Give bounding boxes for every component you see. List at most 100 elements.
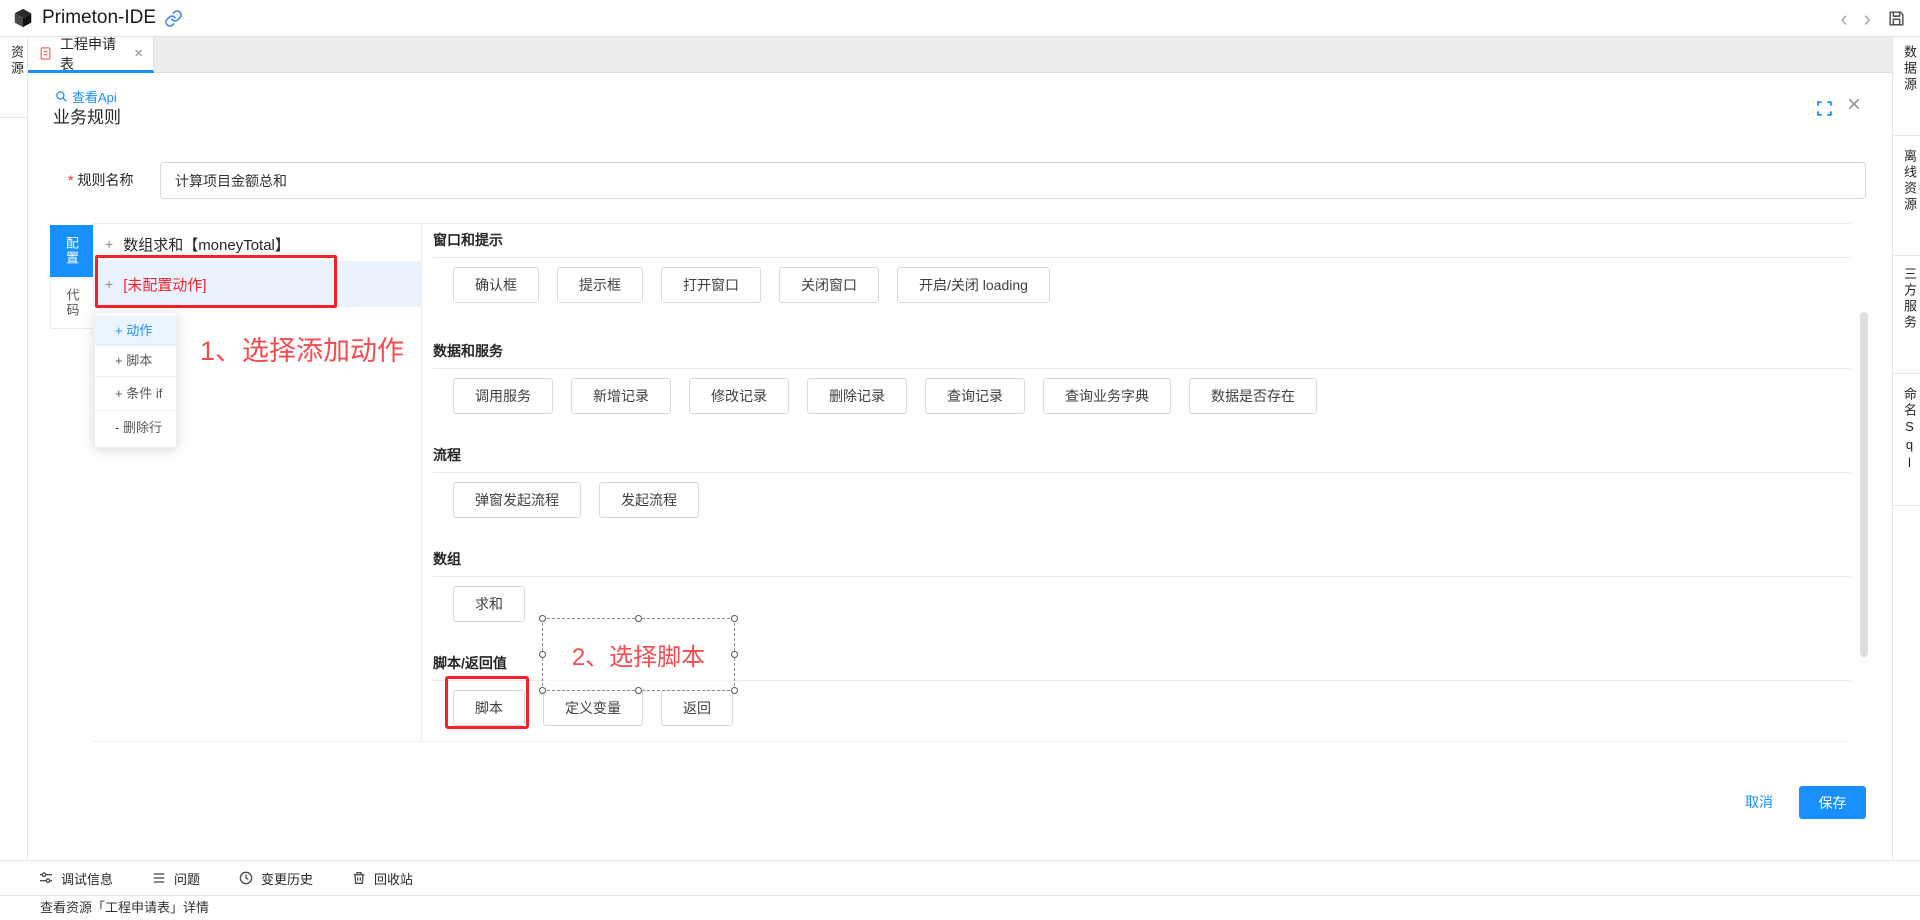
- tree-item-label: 数组求和【moneyTotal】: [123, 234, 290, 255]
- fullscreen-icon[interactable]: [1816, 100, 1833, 117]
- bottom-toolbar: 调试信息 问题 变更历史 回收站: [0, 860, 1920, 895]
- action-button-start-flow[interactable]: 发起流程: [599, 482, 699, 518]
- action-button-script[interactable]: 脚本: [453, 690, 525, 726]
- action-button-close-window[interactable]: 关闭窗口: [779, 267, 879, 303]
- action-button-add-record[interactable]: 新增记录: [571, 378, 671, 414]
- status-text: 查看资源「工程申请表」详情: [40, 900, 209, 915]
- annotation-selection-box: 2、选择脚本: [542, 618, 735, 691]
- divider: [1893, 505, 1920, 506]
- tab-bar: 工程申请表 ×: [28, 37, 1892, 73]
- expand-icon[interactable]: +: [105, 276, 113, 292]
- action-button-query-record[interactable]: 查询记录: [925, 378, 1025, 414]
- tab-config[interactable]: 配置: [50, 225, 93, 277]
- back-icon[interactable]: ‹: [1840, 8, 1847, 30]
- section-data-and-services: 数据和服务 调用服务 新增记录 修改记录 删除记录 查询记录 查询业务字典 数据…: [433, 341, 1850, 414]
- action-button-open-window[interactable]: 打开窗口: [661, 267, 761, 303]
- search-icon: [55, 90, 68, 103]
- divider: [1893, 373, 1920, 374]
- panel-vertical-divider: [421, 223, 422, 741]
- tree-item-array-sum[interactable]: + 数组求和【moneyTotal】: [93, 227, 421, 261]
- tab-close-icon[interactable]: ×: [134, 45, 143, 62]
- section-title: 数组: [433, 549, 1850, 569]
- annotation-step-1: 1、选择添加动作: [200, 329, 404, 368]
- dialog-title: 业务规则: [53, 103, 121, 128]
- document-icon: [38, 46, 53, 61]
- selection-handle: [731, 615, 738, 622]
- annotation-step-2: 2、选择脚本: [572, 637, 705, 672]
- section-window-and-tips: 窗口和提示 确认框 提示框 打开窗口 关闭窗口 开启/关闭 loading: [433, 230, 1850, 303]
- divider: [433, 257, 1850, 258]
- divider: [0, 117, 27, 118]
- link-icon[interactable]: [164, 9, 183, 28]
- selection-handle: [539, 687, 546, 694]
- action-button-query-business-dict[interactable]: 查询业务字典: [1043, 378, 1171, 414]
- tab-config-label: 配置: [62, 236, 81, 266]
- clock-icon: [238, 870, 254, 886]
- status-bar: 查看资源「工程申请表」详情: [0, 895, 1920, 920]
- selection-handle: [731, 651, 738, 658]
- debug-icon: [38, 870, 54, 886]
- menu-item-add-condition-if[interactable]: + 条件 if: [95, 376, 176, 410]
- toolbar-item-label: 变更历史: [261, 869, 313, 888]
- tab-code-label: 代码: [63, 288, 82, 318]
- action-button-toggle-loading[interactable]: 开启/关闭 loading: [897, 267, 1050, 303]
- action-button-define-variable[interactable]: 定义变量: [543, 690, 643, 726]
- required-mark: *: [68, 172, 73, 188]
- tab-code[interactable]: 代码: [50, 277, 93, 329]
- forward-icon[interactable]: ›: [1864, 8, 1871, 30]
- action-button-call-service[interactable]: 调用服务: [453, 378, 553, 414]
- action-button-confirm-box[interactable]: 确认框: [453, 267, 539, 303]
- title-bar: Primeton-IDE ‹ ›: [0, 0, 1920, 37]
- sidebar-item-named-sql[interactable]: 命名Sql: [1900, 387, 1919, 473]
- sidebar-item-resources[interactable]: 资源: [7, 45, 26, 77]
- divider: [433, 576, 1850, 577]
- action-button-modify-record[interactable]: 修改记录: [689, 378, 789, 414]
- menu-item-add-script[interactable]: + 脚本: [95, 346, 176, 376]
- divider: [1893, 135, 1920, 136]
- dialog-scrollbar[interactable]: [1860, 312, 1868, 657]
- menu-item-delete-row[interactable]: - 删除行: [95, 410, 176, 444]
- toolbar-item-recycle-bin[interactable]: 回收站: [351, 869, 413, 888]
- add-action-dropdown: + 动作 + 脚本 + 条件 if - 删除行: [94, 312, 177, 448]
- action-button-sum[interactable]: 求和: [453, 586, 525, 622]
- cancel-button[interactable]: 取消: [1745, 786, 1773, 819]
- action-button-return[interactable]: 返回: [661, 690, 733, 726]
- section-title: 数据和服务: [433, 341, 1850, 361]
- selection-handle: [539, 651, 546, 658]
- action-button-delete-record[interactable]: 删除记录: [807, 378, 907, 414]
- selection-handle: [635, 615, 642, 622]
- app-logo-icon: [12, 7, 34, 29]
- sidebar-item-offline-resources[interactable]: 离线资源: [1900, 149, 1919, 213]
- section-array: 数组 求和: [433, 549, 1850, 622]
- toolbar-item-change-history[interactable]: 变更历史: [238, 869, 313, 888]
- action-button-alert-box[interactable]: 提示框: [557, 267, 643, 303]
- tree-item-label: [未配置动作]: [123, 274, 206, 295]
- selection-handle: [539, 615, 546, 622]
- divider: [433, 368, 1850, 369]
- section-process: 流程 弹窗发起流程 发起流程: [433, 445, 1850, 518]
- divider: [1893, 255, 1920, 256]
- sidebar-item-third-party-services[interactable]: 三方服务: [1900, 267, 1919, 331]
- tab-label: 工程申请表: [60, 34, 127, 74]
- save-button[interactable]: 保存: [1799, 786, 1866, 819]
- dialog-close-icon[interactable]: ×: [1847, 93, 1861, 117]
- tree-item-unconfigured-action[interactable]: + [未配置动作]: [93, 261, 421, 307]
- section-title: 窗口和提示: [433, 230, 1850, 250]
- action-button-popup-start-flow[interactable]: 弹窗发起流程: [453, 482, 581, 518]
- toolbar-item-label: 调试信息: [61, 869, 113, 888]
- action-button-data-exists[interactable]: 数据是否存在: [1189, 378, 1317, 414]
- expand-icon[interactable]: +: [105, 236, 113, 252]
- sidebar-item-datasource[interactable]: 数据源: [1900, 45, 1919, 93]
- toolbar-item-problems[interactable]: 问题: [151, 869, 200, 888]
- menu-item-add-action[interactable]: + 动作: [95, 316, 176, 346]
- toolbar-item-label: 回收站: [374, 869, 413, 888]
- toolbar-item-label: 问题: [174, 869, 200, 888]
- rule-name-label: *规则名称: [68, 162, 133, 199]
- right-sidebar: 数据源 离线资源 三方服务 命名Sql: [1892, 37, 1920, 860]
- trash-icon: [351, 870, 367, 886]
- rule-name-input[interactable]: [160, 162, 1866, 199]
- toolbar-item-debug-info[interactable]: 调试信息: [38, 869, 113, 888]
- tab-project-application-form[interactable]: 工程申请表 ×: [28, 37, 154, 73]
- save-icon[interactable]: [1887, 9, 1906, 28]
- list-icon: [151, 870, 167, 886]
